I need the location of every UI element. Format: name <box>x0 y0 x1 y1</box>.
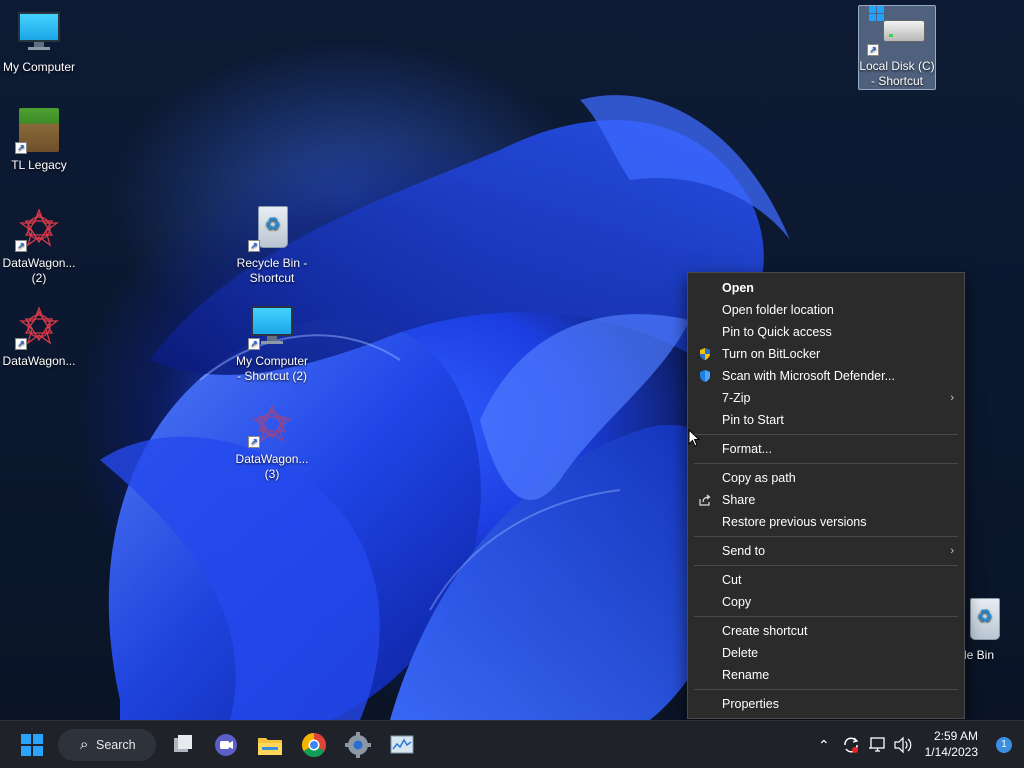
resource-monitor-icon <box>390 735 414 754</box>
taskbar-search[interactable]: ⌕ Search <box>58 729 156 761</box>
desktop-icon-label: DataWagon... <box>2 354 76 368</box>
menu-item-create-shortcut[interactable]: Create shortcut <box>688 620 964 642</box>
desktop-icon-label: DataWagon... (3) <box>235 452 309 481</box>
shortcut-arrow-icon: ↗ <box>248 436 260 448</box>
desktop-icon-label: My Computer - Shortcut (2) <box>235 354 309 383</box>
menu-item-bitlocker[interactable]: Turn on BitLocker <box>688 343 964 365</box>
notification-badge[interactable]: 1 <box>996 737 1012 753</box>
chat-button[interactable] <box>208 729 244 761</box>
recycle-bin-icon <box>960 596 1008 644</box>
chevron-right-icon: › <box>950 392 954 404</box>
settings-icon <box>345 732 371 758</box>
menu-item-delete[interactable]: Delete <box>688 642 964 664</box>
network-icon <box>869 737 885 752</box>
desktop-icon-label: DataWagon... (2) <box>2 256 76 285</box>
menu-item-pin-to-start[interactable]: Pin to Start <box>688 409 964 431</box>
file-explorer-button[interactable] <box>252 729 288 761</box>
desktop-icon-label: Recycle Bin - Shortcut <box>236 256 308 285</box>
search-icon: ⌕ <box>80 736 89 753</box>
tray-overflow-button[interactable]: ⌃ <box>818 721 830 768</box>
chevron-right-icon: › <box>950 545 954 557</box>
chat-icon <box>215 734 237 756</box>
recycle-bin-icon: ↗ <box>248 204 296 252</box>
desktop-icon-tl-legacy[interactable]: ↗ TL Legacy <box>0 106 78 173</box>
shield-icon <box>700 348 710 360</box>
datawagon-icon: ↗ <box>15 302 63 350</box>
menu-item-send-to[interactable]: Send to › <box>688 540 964 562</box>
menu-separator <box>694 536 958 537</box>
shortcut-arrow-icon: ↗ <box>15 142 27 154</box>
desktop-icon-local-disk-shortcut[interactable]: ↗ Local Disk (C) - Shortcut <box>858 5 936 90</box>
shortcut-arrow-icon: ↗ <box>248 338 260 350</box>
grass-block-icon: ↗ <box>15 106 63 154</box>
menu-item-rename[interactable]: Rename <box>688 664 964 686</box>
menu-item-format[interactable]: Format... <box>688 438 964 460</box>
menu-item-open[interactable]: Open <box>688 277 964 299</box>
taskbar: ⌕ Search ⌃ 2:59 AM 1/14/2023 1 <box>0 720 1024 768</box>
menu-item-pin-quick-access[interactable]: Pin to Quick access <box>688 321 964 343</box>
menu-item-open-folder-location[interactable]: Open folder location <box>688 299 964 321</box>
sync-icon <box>844 737 859 753</box>
taskbar-clock[interactable]: 2:59 AM 1/14/2023 <box>925 728 978 760</box>
chevron-up-icon: ⌃ <box>818 737 830 753</box>
share-icon <box>699 494 711 506</box>
desktop-icon-label: TL Legacy <box>11 158 67 172</box>
drive-icon: ↗ <box>867 6 927 58</box>
menu-item-properties[interactable]: Properties <box>688 693 964 715</box>
desktop-icon-label: Local Disk (C) - Shortcut <box>859 59 935 88</box>
windows-logo-icon <box>21 734 43 756</box>
datawagon-icon: ↗ <box>248 400 296 448</box>
monitor-icon: ↗ <box>248 302 296 350</box>
desktop-icon-my-computer-shortcut-2[interactable]: ↗ My Computer - Shortcut (2) <box>233 302 311 384</box>
desktop-icon-datawagon-2[interactable]: ↗ DataWagon... (2) <box>0 204 78 286</box>
resource-monitor-button[interactable] <box>384 729 420 761</box>
desktop-icon-label: My Computer <box>2 60 76 74</box>
clock-date: 1/14/2023 <box>924 745 978 759</box>
tray-volume-button[interactable] <box>893 721 913 768</box>
menu-item-7zip[interactable]: 7-Zip › <box>688 387 964 409</box>
menu-separator <box>694 689 958 690</box>
tray-sync-button[interactable] <box>842 721 860 768</box>
chrome-button[interactable] <box>296 729 332 761</box>
desktop-icon-my-computer[interactable]: My Computer <box>0 8 78 75</box>
menu-separator <box>694 616 958 617</box>
monitor-icon <box>15 8 63 56</box>
start-button[interactable] <box>14 729 50 761</box>
menu-item-copy[interactable]: Copy <box>688 591 964 613</box>
defender-icon <box>700 370 710 382</box>
desktop-icon-recycle-bin-shortcut[interactable]: ↗ Recycle Bin - Shortcut <box>233 204 311 286</box>
context-menu: Open Open folder location Pin to Quick a… <box>687 272 965 719</box>
shortcut-arrow-icon: ↗ <box>867 44 879 56</box>
shortcut-arrow-icon: ↗ <box>15 240 27 252</box>
mouse-cursor-icon <box>688 429 700 447</box>
datawagon-icon: ↗ <box>15 204 63 252</box>
menu-separator <box>694 434 958 435</box>
menu-item-cut[interactable]: Cut <box>688 569 964 591</box>
desktop-icon-datawagon[interactable]: ↗ DataWagon... <box>0 302 78 369</box>
windows-logo-icon <box>869 6 885 22</box>
menu-item-share[interactable]: Share <box>688 489 964 511</box>
menu-separator <box>694 463 958 464</box>
task-view-icon <box>174 735 192 752</box>
desktop-icon-datawagon-3[interactable]: ↗ DataWagon... (3) <box>233 400 311 482</box>
file-explorer-icon <box>258 738 282 755</box>
tray-network-button[interactable] <box>868 721 888 768</box>
menu-separator <box>694 565 958 566</box>
volume-icon <box>894 736 912 754</box>
shortcut-arrow-icon: ↗ <box>248 240 260 252</box>
menu-item-restore-previous-versions[interactable]: Restore previous versions <box>688 511 964 533</box>
menu-item-copy-as-path[interactable]: Copy as path <box>688 467 964 489</box>
menu-item-scan-defender[interactable]: Scan with Microsoft Defender... <box>688 365 964 387</box>
chrome-icon <box>301 733 326 758</box>
task-view-button[interactable] <box>165 729 201 761</box>
settings-button[interactable] <box>340 729 376 761</box>
clock-time: 2:59 AM <box>933 729 978 743</box>
shortcut-arrow-icon: ↗ <box>15 338 27 350</box>
